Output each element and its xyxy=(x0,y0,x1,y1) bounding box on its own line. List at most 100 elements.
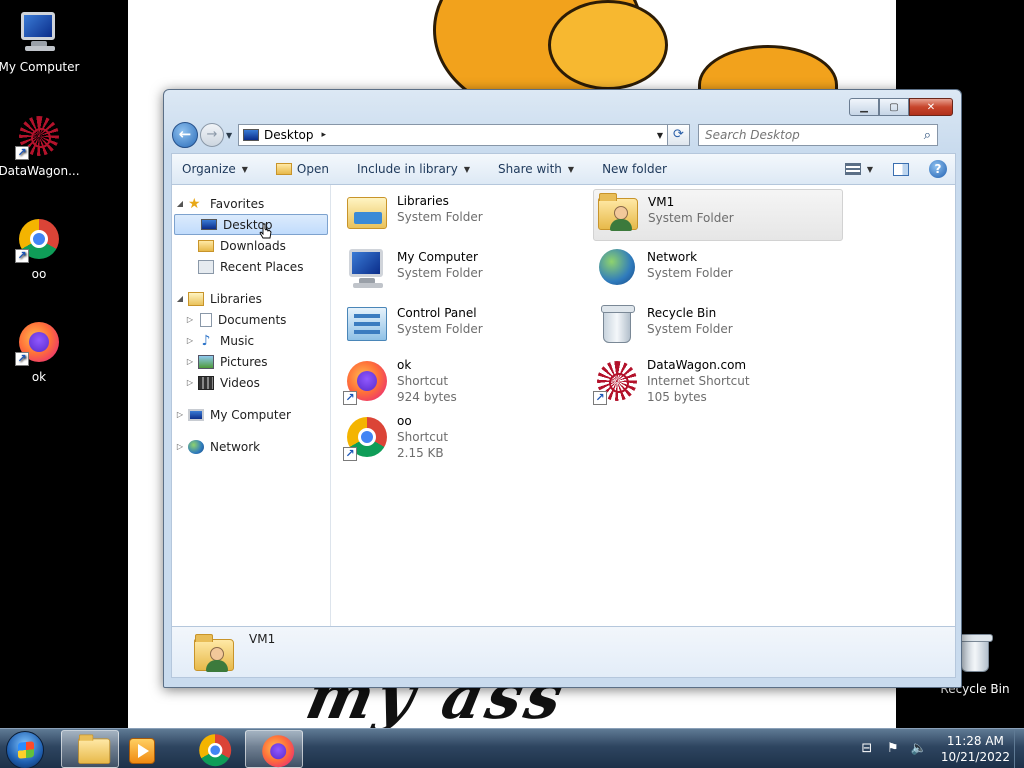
clock[interactable]: 11:28 AM 10/21/2022 xyxy=(941,733,1010,765)
organize-label: Organize xyxy=(182,162,236,176)
file-item-my-computer[interactable]: My Computer System Folder xyxy=(343,245,593,297)
mouse-cursor-icon xyxy=(259,223,272,239)
file-list: Libraries System Folder VM1 System Folder … xyxy=(331,185,955,626)
nav-item-music[interactable]: ▷ ♪ Music xyxy=(172,330,330,351)
refresh-button[interactable]: ⟳ xyxy=(668,124,690,146)
network-tray-icon[interactable]: ⊟ xyxy=(859,741,875,757)
nav-item-documents[interactable]: ▷ Documents xyxy=(172,309,330,330)
close-button[interactable]: ✕ xyxy=(909,98,953,116)
search-icon[interactable]: ⌕ xyxy=(924,128,931,143)
collapse-arrow-icon[interactable]: ◢ xyxy=(172,199,188,208)
desktop-icon-datawagon[interactable]: ↗ DataWagon... xyxy=(0,112,81,178)
nav-item-recent-places[interactable]: Recent Places xyxy=(172,256,330,277)
desktop-icon-oo[interactable]: ↗ oo xyxy=(0,215,81,281)
taskbar-media-player-button[interactable] xyxy=(121,730,179,768)
help-icon[interactable]: ? xyxy=(929,160,947,178)
control-panel-icon xyxy=(343,301,391,349)
address-breadcrumb[interactable]: Desktop xyxy=(264,128,314,142)
nav-item-downloads[interactable]: Downloads xyxy=(172,235,330,256)
file-name: oo xyxy=(397,414,412,428)
forward-button[interactable]: → xyxy=(200,123,224,147)
back-button[interactable]: ← xyxy=(172,122,198,148)
taskbar-firefox-button[interactable] xyxy=(245,730,303,768)
desktop-icon-label: ok xyxy=(31,370,47,384)
nav-label: Favorites xyxy=(210,196,265,211)
share-with-button[interactable]: Share with ▼ xyxy=(498,162,574,176)
window-controls: ▁ ▢ ✕ xyxy=(849,98,953,116)
expand-arrow-icon[interactable]: ▷ xyxy=(182,336,198,345)
file-item-vm1[interactable]: VM1 System Folder xyxy=(593,189,843,241)
file-type: System Folder xyxy=(397,210,483,224)
organize-button[interactable]: Organize ▼ xyxy=(182,162,248,176)
open-button[interactable]: Open xyxy=(275,162,329,176)
expand-arrow-icon[interactable]: ▷ xyxy=(182,315,198,324)
file-item-libraries[interactable]: Libraries System Folder xyxy=(343,189,593,241)
datawagon-icon: ↗ xyxy=(593,357,641,405)
change-view-icon[interactable] xyxy=(844,163,861,175)
expand-arrow-icon[interactable]: ▷ xyxy=(172,410,188,419)
nav-label: Pictures xyxy=(220,354,268,369)
desktop-icon-my-computer[interactable]: My Computer xyxy=(0,8,81,74)
nav-item-favorites[interactable]: ◢ ★ Favorites xyxy=(172,193,330,214)
nav-item-libraries[interactable]: ◢ Libraries xyxy=(172,288,330,309)
action-center-flag-icon[interactable]: ⚑ xyxy=(885,741,901,757)
details-pane: VM1 xyxy=(171,627,956,678)
videos-icon xyxy=(198,375,214,390)
downloads-folder-icon xyxy=(198,239,214,252)
address-bar[interactable]: Desktop ▸ ▼ xyxy=(238,124,668,146)
expand-arrow-icon[interactable]: ▷ xyxy=(172,442,188,451)
search-box[interactable]: ⌕ xyxy=(698,124,938,146)
music-icon: ♪ xyxy=(201,332,211,349)
nav-item-videos[interactable]: ▷ Videos xyxy=(172,372,330,393)
firefox-icon xyxy=(259,732,295,768)
include-in-library-button[interactable]: Include in library ▼ xyxy=(357,162,470,176)
breadcrumb-chevron-icon[interactable]: ▸ xyxy=(322,130,327,140)
desktop-icon-ok[interactable]: ↗ ok xyxy=(0,318,81,384)
taskbar-chrome-button[interactable] xyxy=(183,730,241,768)
nav-item-pictures[interactable]: ▷ Pictures xyxy=(172,351,330,372)
maximize-button[interactable]: ▢ xyxy=(879,98,909,116)
file-explorer-icon xyxy=(75,732,111,764)
preview-pane-icon[interactable] xyxy=(893,162,909,176)
nav-item-desktop[interactable]: Desktop xyxy=(174,214,328,235)
datawagon-icon: ↗ xyxy=(15,112,63,160)
file-type: Internet Shortcut xyxy=(647,374,750,388)
shortcut-arrow-icon: ↗ xyxy=(593,391,607,405)
start-button[interactable] xyxy=(6,731,44,768)
file-type: System Folder xyxy=(397,266,483,280)
clock-date: 10/21/2022 xyxy=(940,750,1010,764)
file-item-network[interactable]: Network System Folder xyxy=(593,245,843,297)
file-name: ok xyxy=(397,358,412,372)
expand-arrow-icon[interactable]: ▷ xyxy=(182,357,198,366)
network-icon xyxy=(188,439,204,454)
expand-arrow-icon[interactable]: ▷ xyxy=(182,378,198,387)
address-dropdown-icon[interactable]: ▼ xyxy=(657,131,663,140)
explorer-window: ▁ ▢ ✕ ← → ▼ Desktop ▸ ▼ ⟳ ⌕ Organize ▼ Op… xyxy=(163,89,962,688)
file-item-control-panel[interactable]: Control Panel System Folder xyxy=(343,301,593,353)
libraries-icon xyxy=(343,189,391,237)
file-name: DataWagon.com xyxy=(647,358,747,372)
show-desktop-button[interactable] xyxy=(1014,729,1024,768)
file-type: System Folder xyxy=(647,266,733,280)
new-folder-button[interactable]: New folder xyxy=(602,162,667,176)
minimize-button[interactable]: ▁ xyxy=(849,98,879,116)
view-options-dropdown-icon[interactable]: ▼ xyxy=(867,165,873,174)
recent-pages-dropdown[interactable]: ▼ xyxy=(226,131,236,140)
taskbar-explorer-button[interactable] xyxy=(61,730,119,768)
volume-icon[interactable]: 🔈 xyxy=(911,741,927,757)
collapse-arrow-icon[interactable]: ◢ xyxy=(172,294,188,303)
new-folder-label: New folder xyxy=(602,162,667,176)
file-item-recycle-bin[interactable]: Recycle Bin System Folder xyxy=(593,301,843,353)
open-label: Open xyxy=(296,162,329,176)
desktop-icon-label: My Computer xyxy=(0,60,80,74)
desktop-icon-label: DataWagon... xyxy=(0,164,80,178)
file-item-oo[interactable]: ↗ oo Shortcut 2.15 KB xyxy=(343,413,593,473)
file-item-datawagon[interactable]: ↗ DataWagon.com Internet Shortcut 105 byte… xyxy=(593,357,843,417)
nav-item-my-computer[interactable]: ▷ My Computer xyxy=(172,404,330,425)
file-item-ok[interactable]: ↗ ok Shortcut 924 bytes xyxy=(343,357,593,417)
nav-item-network[interactable]: ▷ Network xyxy=(172,436,330,457)
chrome-icon: ↗ xyxy=(15,215,63,263)
file-type: System Folder xyxy=(397,322,483,336)
share-with-label: Share with xyxy=(498,162,562,176)
search-input[interactable] xyxy=(705,128,924,142)
